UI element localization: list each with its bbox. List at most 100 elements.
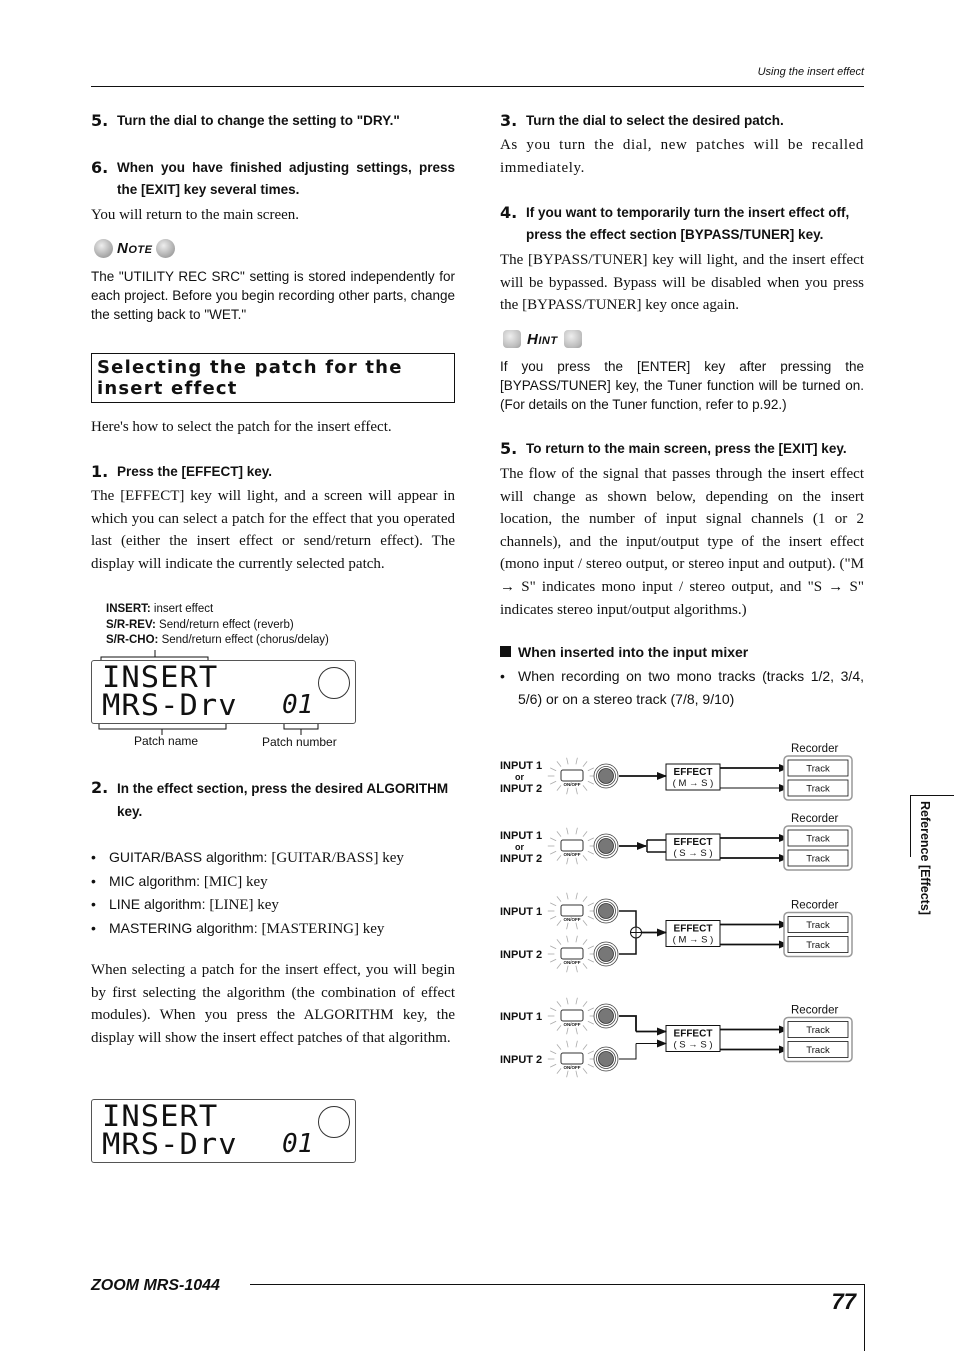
light-ray — [556, 1001, 562, 1007]
light-ray — [550, 1050, 557, 1055]
light-ray — [582, 1001, 588, 1007]
footer-divider — [250, 1284, 864, 1285]
light-ray — [582, 963, 588, 969]
switch-label: ON/OFF — [564, 782, 581, 787]
section-intro: Here's how to select the patch for the i… — [91, 419, 392, 435]
step-number: 5. — [91, 111, 109, 130]
light-ray — [550, 850, 557, 855]
legend-item: S/R-REV: Send/return effect (reverb) — [106, 618, 294, 631]
diagram-4: INPUT 1 INPUT 2 ON/OFF ON/OFF EFFECT( S → S … — [500, 997, 853, 1078]
effect-label: EFFECT — [674, 1029, 713, 1040]
light-ray — [582, 1025, 588, 1031]
algorithm-body: When selecting a patch for the insert ef… — [91, 962, 455, 1046]
light-ray — [575, 1070, 578, 1078]
input-label: INPUT 2 — [500, 1054, 542, 1066]
switch-label: ON/OFF — [564, 917, 581, 922]
header-divider — [91, 86, 864, 87]
step-text: When you have finished adjusting setting… — [117, 160, 455, 197]
legend-item: INSERT: insert effect — [106, 603, 214, 615]
light-ray — [587, 945, 594, 950]
light-ray — [575, 757, 578, 765]
input-label: INPUT 1 — [500, 830, 542, 842]
lcd-display-2: INSERT MRS-Drv 01 — [91, 1099, 356, 1163]
light-ray — [575, 787, 578, 795]
step-number: 3. — [500, 111, 518, 130]
light-ray — [566, 1027, 569, 1035]
light-ray — [587, 958, 594, 963]
input-label: INPUT 2 — [500, 949, 542, 961]
light-ray — [566, 827, 569, 835]
step-number: 1. — [91, 462, 109, 481]
light-ray — [587, 1007, 594, 1012]
light-ray — [550, 1020, 557, 1025]
side-tab-label: Reference [Effects] — [918, 801, 932, 915]
light-ray — [587, 850, 594, 855]
light-ray — [582, 920, 588, 926]
light-ray — [566, 892, 569, 900]
light-ray — [575, 965, 578, 973]
input-knob-icon — [598, 1051, 614, 1067]
hint-heading: Hint — [503, 330, 582, 348]
lcd-indicator-circle — [318, 1106, 350, 1138]
light-ray — [575, 935, 578, 943]
light-ray — [566, 922, 569, 930]
light-ray — [587, 1063, 594, 1068]
light-ray — [556, 920, 562, 926]
light-ray — [556, 785, 562, 791]
light-ray — [550, 945, 557, 950]
input-knob-icon — [598, 946, 614, 962]
subbullet: • When recording on two mono tracks (trac… — [500, 668, 864, 707]
light-ray — [582, 785, 588, 791]
light-ray — [556, 831, 562, 837]
step-1: 1. Press the [EFFECT] key. — [91, 461, 455, 484]
track-label: Track — [806, 764, 830, 775]
step-number: 2. — [91, 778, 109, 797]
diagram-2: INPUT 1orINPUT 2 ON/OFF EFFECT( S → S ) Rec… — [500, 813, 853, 871]
input-knob-icon — [598, 1008, 614, 1024]
light-ray — [587, 837, 594, 842]
recorder-label: Recorder — [791, 813, 838, 825]
effect-mode: ( M → S ) — [673, 778, 714, 789]
light-ray — [582, 1068, 588, 1074]
light-ray — [575, 892, 578, 900]
lcd-patch-number: 01 — [282, 1129, 314, 1159]
effect-mode: ( M → S ) — [673, 935, 714, 946]
recorder-label: Recorder — [791, 743, 838, 755]
signal-flow-diagrams: INPUT 1orINPUT 2 ON/OFFEFFECT( M → S )Rec… — [500, 743, 853, 1078]
input-or-label: or — [515, 842, 524, 852]
list-item: • MIC algorithm: [MIC] key — [91, 872, 268, 890]
light-ray — [550, 837, 557, 842]
page-number: 77 — [831, 1289, 856, 1314]
note-heading: Note — [94, 239, 176, 258]
light-ray — [550, 767, 557, 772]
switch-label: ON/OFF — [564, 852, 581, 857]
on-off-switch-icon — [560, 839, 584, 852]
input-label: INPUT 1 — [500, 760, 542, 772]
lcd-indicator-circle — [318, 667, 350, 699]
step-5-body: The flow of the signal that passes throu… — [500, 466, 864, 618]
input-knob-icon — [598, 768, 614, 784]
light-ray — [566, 997, 569, 1005]
on-off-switch-icon — [560, 1052, 584, 1065]
light-ray — [587, 767, 594, 772]
input-label: INPUT 2 — [500, 853, 542, 865]
effect-mode: ( S → S ) — [673, 848, 712, 859]
step-5-right: 5. To return to the main screen, press th… — [500, 438, 864, 461]
light-ray — [587, 780, 594, 785]
recorder-label: Recorder — [791, 900, 838, 912]
input-label: INPUT 1 — [500, 1011, 542, 1023]
list-item: • GUITAR/BASS algorithm: [GUITAR/BASS] ke… — [91, 849, 404, 866]
footer-vertical-divider — [864, 1284, 865, 1351]
label-patch-number: Patch number — [262, 735, 337, 749]
on-off-switch-icon — [560, 1009, 584, 1022]
step-text: Press the [EFFECT] key. — [117, 464, 273, 479]
switch-label: ON/OFF — [564, 960, 581, 965]
list-item: • LINE algorithm: [LINE] key — [91, 896, 279, 913]
track-label: Track — [806, 834, 830, 845]
light-ray — [575, 857, 578, 865]
signal-split — [646, 839, 666, 853]
light-ray — [550, 915, 557, 920]
light-ray — [550, 1063, 557, 1068]
input-knob-icon — [598, 903, 614, 919]
track-label: Track — [806, 1045, 830, 1056]
